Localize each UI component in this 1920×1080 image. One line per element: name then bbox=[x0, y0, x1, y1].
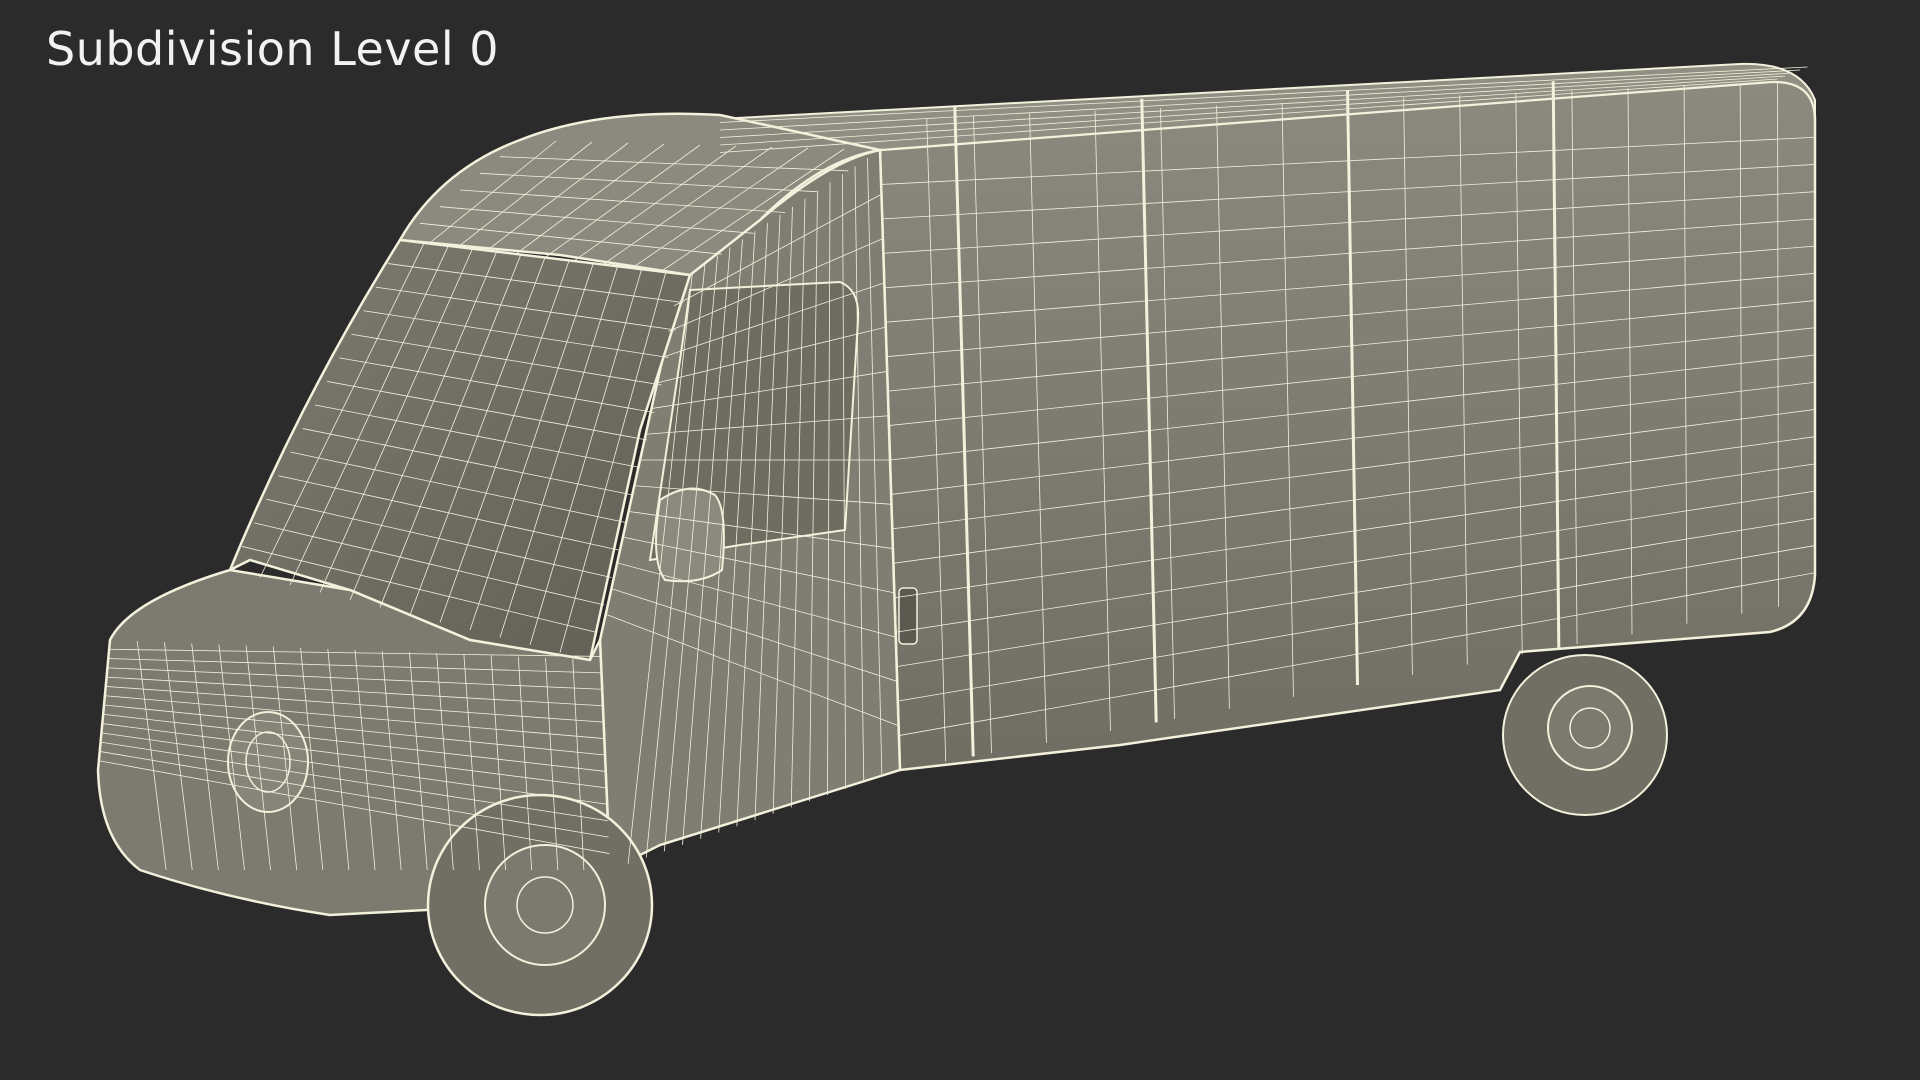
rear-wheel bbox=[1502, 654, 1668, 816]
render-viewport: Subdivision Level 0 bbox=[0, 0, 1920, 1080]
cab bbox=[96, 112, 918, 917]
van-wireframe-render bbox=[96, 62, 1817, 1017]
front-wheel bbox=[426, 793, 654, 1017]
